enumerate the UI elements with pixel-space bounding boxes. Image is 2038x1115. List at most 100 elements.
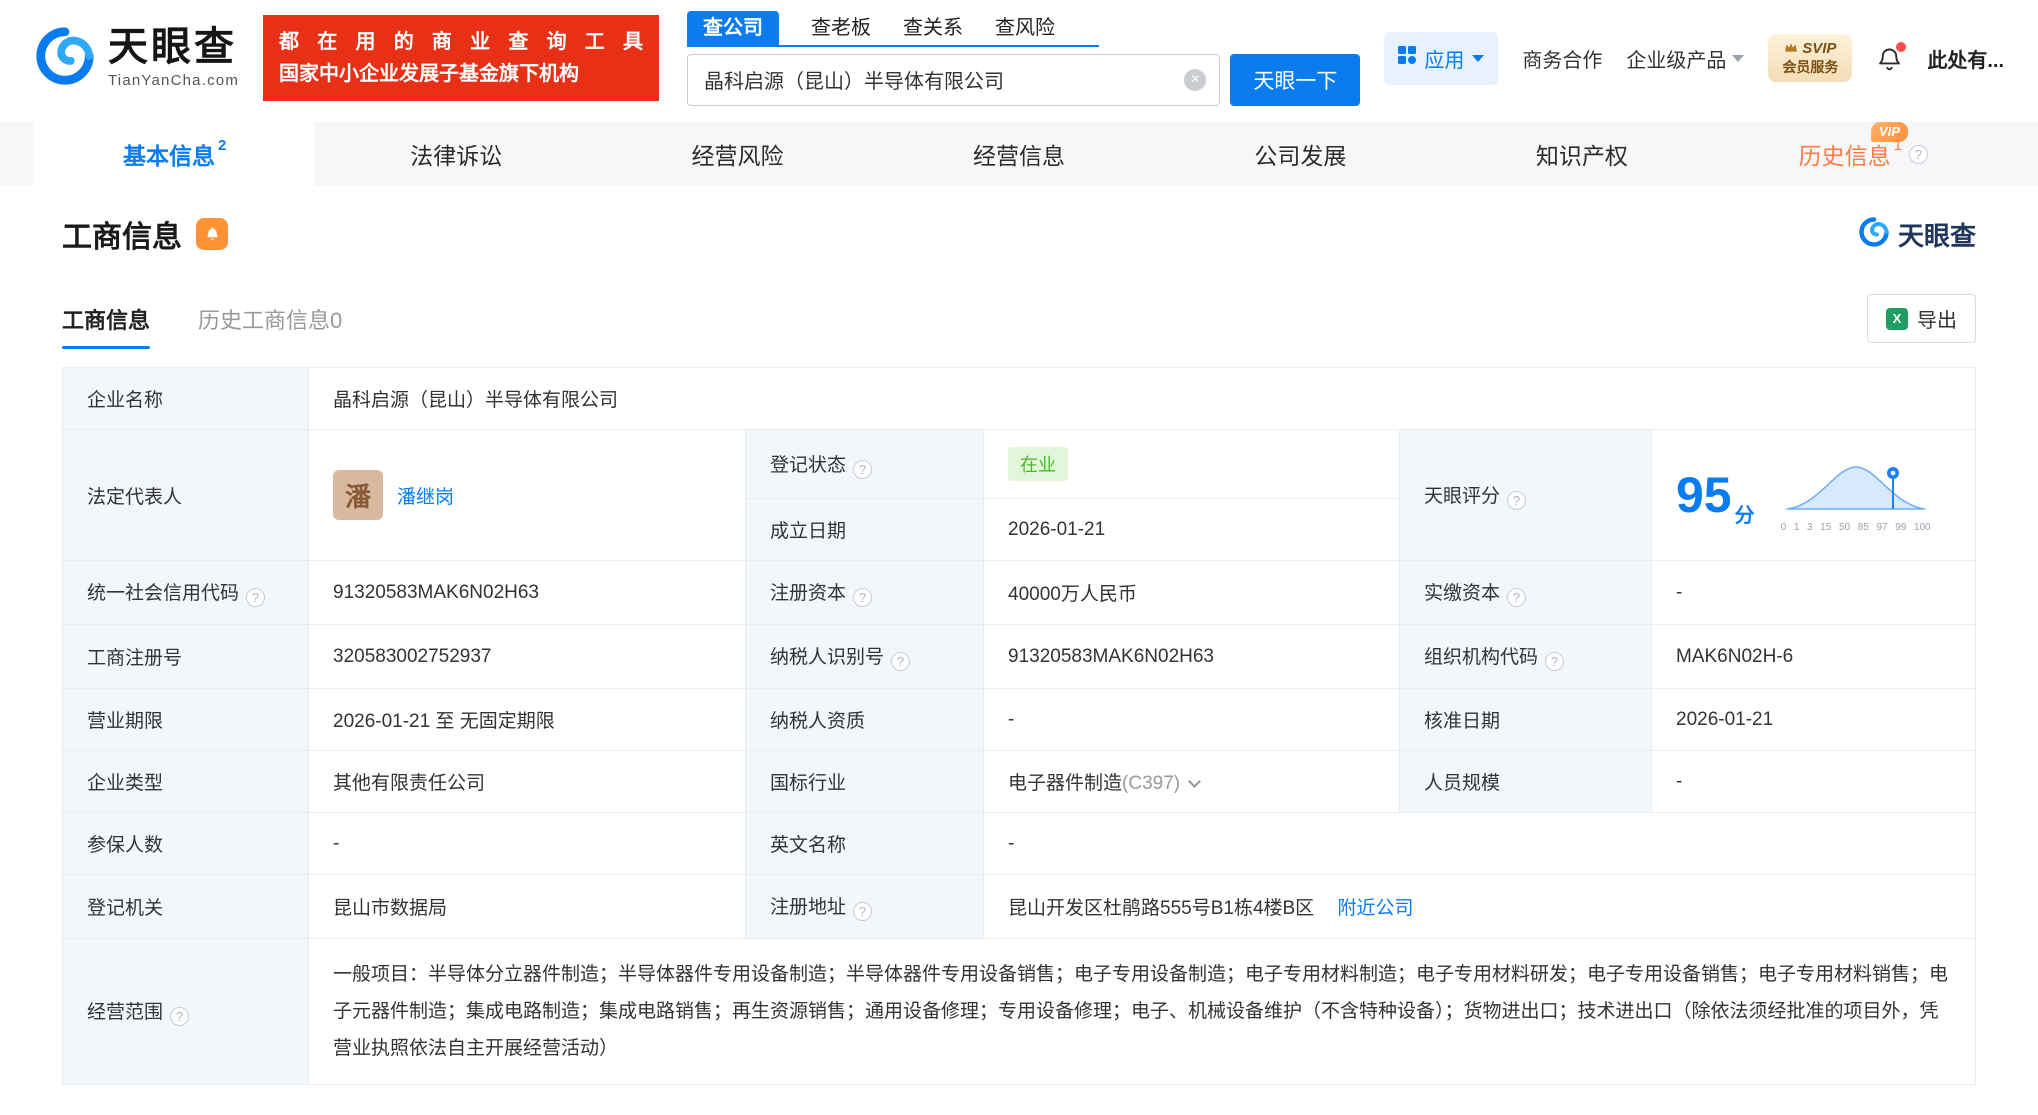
business-info-table: 企业名称 晶科启源（昆山）半导体有限公司 法定代表人 潘 潘继岗 登记状态? 在… bbox=[62, 367, 1976, 1086]
tianyancha-watermark-text: 天眼查 bbox=[1897, 220, 1976, 251]
value-taxpayer-id: 91320583MAK6N02H63 bbox=[983, 624, 1400, 689]
promo-line2: 国家中小企业发展子基金旗下机构 bbox=[279, 63, 580, 85]
business-coop-link[interactable]: 商务合作 bbox=[1522, 44, 1602, 73]
help-icon[interactable]: ? bbox=[891, 652, 911, 671]
subtabs: 工商信息 历史工商信息0 X 导出 bbox=[62, 294, 1976, 349]
label-org-code: 组织机构代码? bbox=[1399, 624, 1652, 689]
score-axis: 0 1 3 15 50 85 97 99 100 bbox=[1780, 522, 1931, 533]
value-reg-authority: 昆山市数据局 bbox=[308, 874, 746, 939]
tab-operating-info[interactable]: 经营信息 bbox=[878, 122, 1159, 186]
company-nav-tabs: 基本信息 2 法律诉讼 经营风险 经营信息 公司发展 知识产权 VIP 历史信息… bbox=[0, 122, 2038, 186]
subtab-business-info[interactable]: 工商信息 bbox=[62, 303, 151, 349]
value-approval-date: 2026-01-21 bbox=[1651, 688, 1976, 751]
help-icon[interactable]: ? bbox=[170, 1007, 190, 1027]
search-tab-risk[interactable]: 查风险 bbox=[995, 12, 1055, 45]
search-tab-boss[interactable]: 查老板 bbox=[811, 12, 871, 45]
value-legal-rep: 潘 潘继岗 bbox=[308, 429, 746, 561]
table-row: 参保人数 - 英文名称 - bbox=[62, 812, 1976, 875]
label-insured-count: 参保人数 bbox=[62, 812, 309, 875]
caret-down-icon bbox=[1732, 54, 1745, 62]
label-reg-status: 登记状态? bbox=[745, 429, 984, 499]
tab-operating-label: 经营信息 bbox=[972, 143, 1065, 169]
label-reg-address: 注册地址? bbox=[745, 874, 984, 939]
promo-banner: 都在用的商业查询工具 国家中小企业发展子基金旗下机构 bbox=[263, 15, 660, 101]
user-menu[interactable]: 此处有... bbox=[1927, 44, 2004, 73]
apps-label: 应用 bbox=[1424, 49, 1465, 72]
value-reg-number: 320583002752937 bbox=[308, 624, 746, 689]
export-label: 导出 bbox=[1917, 310, 1957, 332]
tianyancha-watermark: 天眼查 bbox=[1858, 216, 1976, 253]
svip-member-badge[interactable]: SVIP 会员服务 bbox=[1768, 33, 1853, 83]
value-score: 95 分 0 1 3 15 50 85 97 99 100 bbox=[1651, 429, 1976, 561]
score-number: 95 bbox=[1676, 467, 1732, 523]
help-icon[interactable]: ? bbox=[1908, 144, 1928, 164]
header-right-nav: 应用 商务合作 企业级产品 SVIP 会员服务 此处有... bbox=[1360, 31, 2004, 85]
value-paid-capital: - bbox=[1651, 560, 1976, 625]
table-row: 企业类型 其他有限责任公司 国标行业 电子器件制造(C397) 人员规模 - bbox=[62, 750, 1976, 813]
brand-domain: TianYanCha.com bbox=[108, 72, 240, 89]
status-badge: 在业 bbox=[1008, 447, 1068, 481]
subscribe-bell-icon[interactable] bbox=[196, 218, 228, 250]
table-row: 营业期限 2026-01-21 至 无固定期限 纳税人资质 - 核准日期 202… bbox=[62, 688, 1976, 751]
tianyancha-logo[interactable]: 天眼查 TianYanCha.com bbox=[34, 25, 239, 92]
caret-down-icon bbox=[1472, 54, 1485, 62]
tab-legal-proceedings[interactable]: 法律诉讼 bbox=[315, 122, 596, 186]
nearby-companies-link[interactable]: 附近公司 bbox=[1337, 898, 1413, 919]
help-icon[interactable]: ? bbox=[853, 459, 873, 479]
tab-intellectual-property[interactable]: 知识产权 bbox=[1441, 122, 1722, 186]
value-business-scope: 一般项目：半导体分立器件制造；半导体器件专用设备制造；半导体器件专用设备销售；电… bbox=[308, 937, 1976, 1086]
value-industry: 电子器件制造(C397) bbox=[983, 750, 1400, 813]
industry-code: (C397) bbox=[1122, 773, 1181, 794]
tab-ip-label: 知识产权 bbox=[1535, 143, 1628, 169]
clear-icon[interactable]: × bbox=[1184, 68, 1207, 91]
tianyancha-logo-icon bbox=[34, 25, 96, 92]
help-icon[interactable]: ? bbox=[246, 588, 266, 607]
label-business-scope: 经营范围? bbox=[62, 937, 309, 1086]
svip-sublabel: 会员服务 bbox=[1782, 58, 1839, 75]
industry-name: 电子器件制造 bbox=[1008, 773, 1123, 794]
notification-bell-icon[interactable] bbox=[1876, 41, 1907, 72]
table-row: 法定代表人 潘 潘继岗 登记状态? 在业 天眼评分? 95 分 0 1 3 15… bbox=[62, 429, 1976, 561]
search-input[interactable] bbox=[687, 53, 1221, 106]
table-row: 企业名称 晶科启源（昆山）半导体有限公司 bbox=[62, 367, 1976, 430]
label-staff-size: 人员规模 bbox=[1399, 750, 1652, 813]
label-paid-capital: 实缴资本? bbox=[1399, 560, 1652, 625]
label-credit-code: 统一社会信用代码? bbox=[62, 560, 309, 625]
legal-rep-link[interactable]: 潘继岗 bbox=[397, 482, 454, 509]
search-button[interactable]: 天眼一下 bbox=[1230, 53, 1361, 106]
help-icon[interactable]: ? bbox=[1545, 652, 1565, 671]
enterprise-products-link[interactable]: 企业级产品 bbox=[1626, 44, 1745, 73]
help-icon[interactable]: ? bbox=[853, 902, 873, 921]
chevron-down-icon[interactable] bbox=[1188, 775, 1201, 788]
tab-basic-info-count: 2 bbox=[218, 136, 227, 154]
value-org-code: MAK6N02H-6 bbox=[1651, 624, 1976, 689]
help-icon[interactable]: ? bbox=[853, 588, 873, 607]
help-icon[interactable]: ? bbox=[1507, 490, 1527, 510]
excel-icon: X bbox=[1886, 307, 1908, 330]
tab-operating-risk[interactable]: 经营风险 bbox=[597, 122, 878, 186]
search-tab-relation[interactable]: 查关系 bbox=[903, 12, 963, 45]
help-icon[interactable]: ? bbox=[1507, 588, 1527, 607]
svip-label: SVIP bbox=[1802, 39, 1837, 57]
value-business-term: 2026-01-21 至 无固定期限 bbox=[308, 688, 746, 751]
subtab-history-business-info[interactable]: 历史工商信息0 bbox=[198, 303, 342, 349]
table-row: 经营范围? 一般项目：半导体分立器件制造；半导体器件专用设备制造；半导体器件专用… bbox=[62, 937, 1976, 1086]
label-taxpayer-quality: 纳税人资质 bbox=[745, 688, 984, 751]
apps-button[interactable]: 应用 bbox=[1384, 31, 1499, 85]
export-button[interactable]: X 导出 bbox=[1867, 294, 1976, 343]
label-business-term: 营业期限 bbox=[62, 688, 309, 751]
value-taxpayer-quality: - bbox=[983, 688, 1400, 751]
value-reg-status: 在业 bbox=[983, 429, 1400, 499]
tab-history-info[interactable]: VIP 历史信息 1 ? bbox=[1723, 122, 2004, 186]
tab-company-development[interactable]: 公司发展 bbox=[1160, 122, 1441, 186]
tab-history-count: 1 bbox=[1893, 136, 1902, 154]
label-approval-date: 核准日期 bbox=[1399, 688, 1652, 751]
crown-icon bbox=[1784, 40, 1798, 59]
tab-basic-info[interactable]: 基本信息 2 bbox=[34, 122, 316, 186]
table-row: 统一社会信用代码? 91320583MAK6N02H63 注册资本? 40000… bbox=[62, 560, 1976, 625]
brand-name: 天眼查 bbox=[108, 25, 237, 69]
legal-rep-avatar[interactable]: 潘 bbox=[333, 470, 383, 520]
search-tab-company[interactable]: 查公司 bbox=[687, 10, 780, 45]
score-distribution-chart: 0 1 3 15 50 85 97 99 100 bbox=[1781, 457, 1931, 533]
notification-dot bbox=[1896, 41, 1907, 52]
